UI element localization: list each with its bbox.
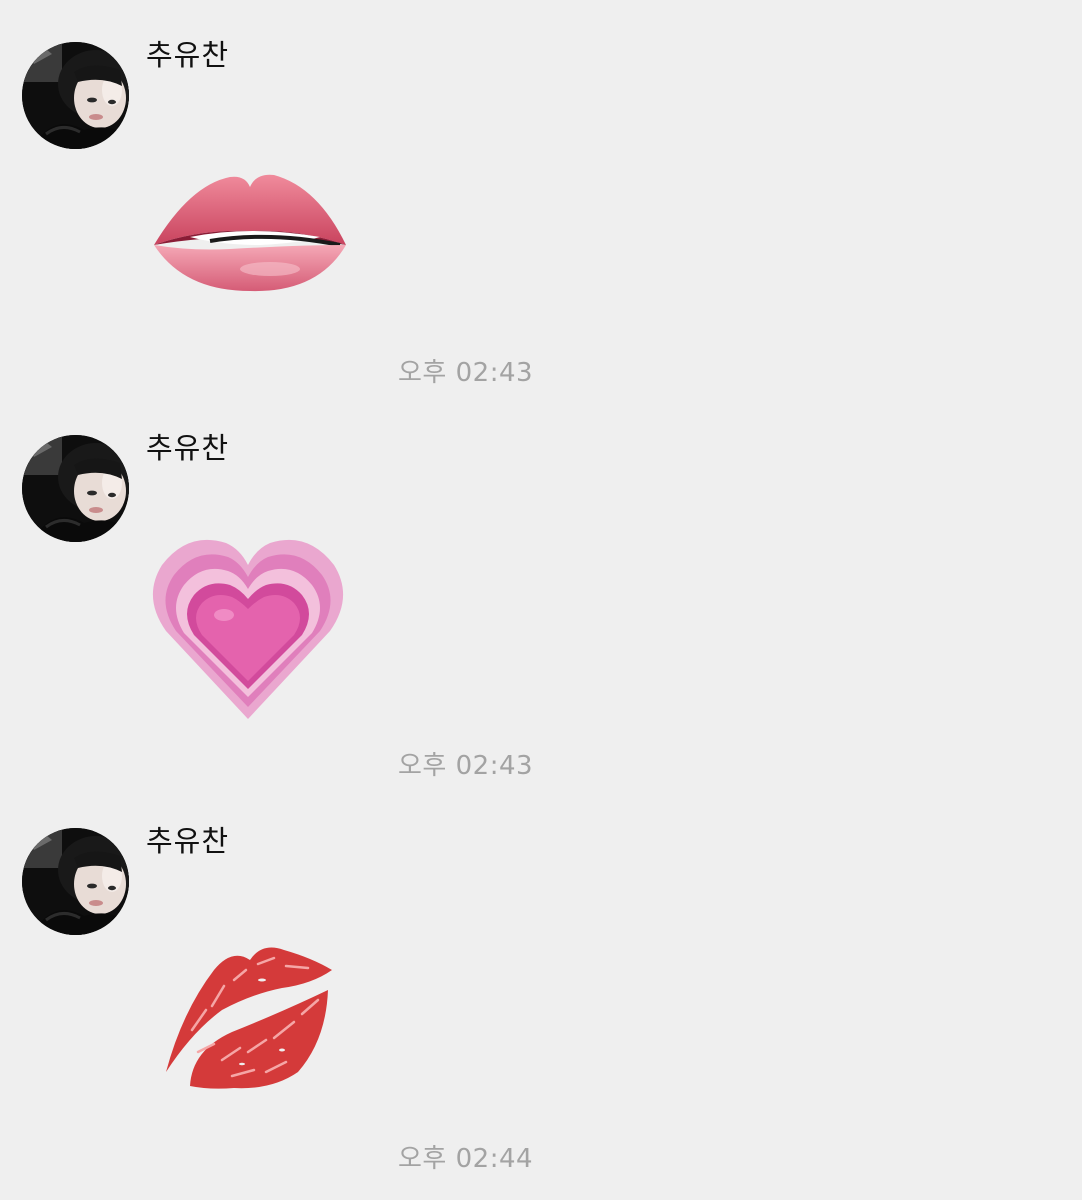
message-timestamp: 오후 02:44 bbox=[398, 1144, 534, 1174]
profile-photo-icon bbox=[22, 435, 129, 542]
avatar[interactable] bbox=[22, 828, 129, 935]
profile-photo-icon bbox=[22, 42, 129, 149]
chat-message: 추유찬 오후 02:43 bbox=[0, 0, 1082, 393]
sender-name: 추유찬 bbox=[146, 431, 230, 465]
avatar[interactable] bbox=[22, 42, 129, 149]
chat-thread: 추유찬 오후 02:43 추유찬 오후 02:43 추유찬 오후 02:44 bbox=[0, 0, 1082, 1200]
sender-name: 추유찬 bbox=[146, 38, 230, 72]
sender-name: 추유찬 bbox=[146, 824, 230, 858]
kiss-mark-emoji-icon[interactable] bbox=[162, 940, 334, 1090]
avatar[interactable] bbox=[22, 435, 129, 542]
growing-heart-emoji-icon[interactable] bbox=[152, 535, 344, 721]
message-timestamp: 오후 02:43 bbox=[398, 358, 534, 388]
message-timestamp: 오후 02:43 bbox=[398, 751, 534, 781]
profile-photo-icon bbox=[22, 828, 129, 935]
biting-lip-emoji-icon[interactable] bbox=[150, 165, 350, 300]
